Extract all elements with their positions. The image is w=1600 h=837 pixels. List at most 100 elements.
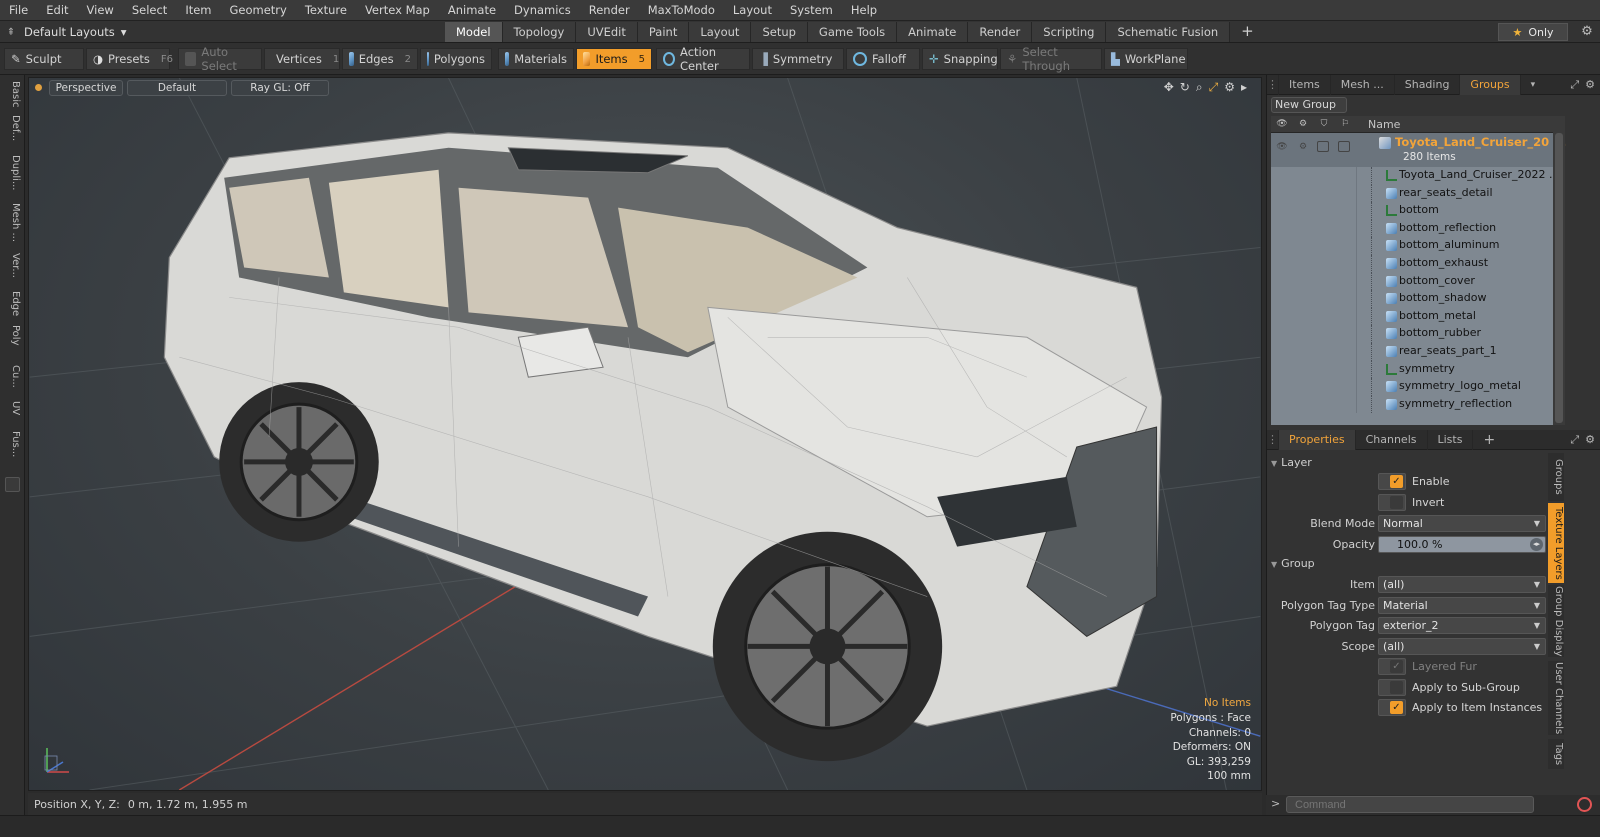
polygon-tag-type-dropdown[interactable]: Material ▼ [1378, 597, 1546, 614]
tab-topology[interactable]: Topology [502, 22, 577, 42]
left-tab-extra-icon[interactable] [5, 477, 20, 492]
group-select-icon[interactable] [1338, 141, 1350, 152]
viewport-expand-icon[interactable]: ▸ [1241, 80, 1247, 95]
menu-file[interactable]: File [0, 0, 37, 21]
menu-view[interactable]: View [78, 0, 123, 21]
list-item-flags[interactable] [1271, 255, 1357, 273]
select-through-button[interactable]: ⚘ Select Through [1000, 45, 1102, 73]
render-icon[interactable]: ⚙ [1296, 118, 1310, 131]
slider-knob-icon[interactable]: ◂▸ [1530, 538, 1543, 551]
tab-mesh[interactable]: Mesh ... [1331, 74, 1395, 95]
new-group-button[interactable]: New Group [1271, 97, 1347, 113]
falloff-button[interactable]: Falloff [846, 48, 920, 70]
left-tab-uv[interactable]: UV [3, 401, 21, 415]
group-visibility-icon[interactable]: 👁 [1275, 141, 1289, 154]
viewport-menu-icon[interactable] [35, 84, 42, 91]
workplane-button[interactable]: ▙ WorkPlane [1104, 48, 1188, 70]
vtab-group-display[interactable]: Group Display [1548, 585, 1564, 657]
tab-setup[interactable]: Setup [751, 22, 808, 42]
menu-system[interactable]: System [781, 0, 842, 21]
tab-layout[interactable]: Layout [689, 22, 752, 42]
opacity-slider[interactable]: 100.0 % ◂▸ [1378, 536, 1546, 553]
tab-game-tools[interactable]: Game Tools [807, 22, 898, 42]
fit-icon[interactable]: ⤢ [1209, 80, 1219, 95]
tab-model[interactable]: Model [445, 22, 503, 42]
properties-settings-icon[interactable]: ⚙ [1585, 433, 1595, 447]
list-item-flags[interactable] [1271, 325, 1357, 343]
list-item[interactable]: bottom_exhaust [1271, 255, 1553, 273]
apply-instances-checkbox[interactable]: ✓ [1378, 699, 1406, 716]
sculpt-button[interactable]: ✎ Sculpt [4, 48, 84, 70]
polygon-tag-dropdown[interactable]: exterior_2 ▼ [1378, 617, 1546, 634]
pan-icon[interactable]: ✥ [1164, 80, 1174, 95]
properties-grip-icon[interactable]: ⋮ [1267, 429, 1279, 450]
presets-button[interactable]: ◑ Presets F6 [86, 48, 173, 70]
tab-items[interactable]: Items [1279, 74, 1331, 95]
menu-select[interactable]: Select [123, 0, 176, 21]
gear-icon[interactable]: ⚙ [1578, 23, 1596, 41]
group-list[interactable]: Toyota_Land_Cruiser_2022 ... rear_seats_d… [1271, 133, 1553, 425]
shading-button[interactable]: Default [127, 80, 227, 96]
list-item[interactable]: bottom_aluminum [1271, 237, 1553, 255]
tab-render[interactable]: Render [968, 22, 1033, 42]
tab-scripting[interactable]: Scripting [1032, 22, 1107, 42]
select-icon[interactable]: ⚐ [1338, 118, 1352, 131]
menu-layout[interactable]: Layout [724, 0, 781, 21]
vtab-user-channels[interactable]: User Channels [1548, 661, 1564, 735]
group-render-icon[interactable]: ⚙ [1296, 141, 1310, 154]
vtab-tags[interactable]: Tags [1548, 739, 1564, 769]
left-tab-vertex[interactable]: Ver... [3, 253, 21, 278]
vtab-groups[interactable]: Groups [1548, 453, 1564, 501]
list-item-flags[interactable] [1271, 184, 1357, 203]
tab-shading[interactable]: Shading [1395, 74, 1461, 95]
left-tab-curve[interactable]: Cu... [3, 365, 21, 388]
menu-item[interactable]: Item [176, 0, 220, 21]
add-properties-tab-icon[interactable]: + [1473, 430, 1505, 450]
tab-paint[interactable]: Paint [637, 22, 690, 42]
list-item-flags[interactable] [1271, 343, 1357, 361]
menu-maxtomodo[interactable]: MaxToModo [639, 0, 724, 21]
list-item[interactable]: bottom_shadow [1271, 290, 1553, 308]
tab-schematic-fusion[interactable]: Schematic Fusion [1106, 22, 1231, 42]
polygons-button[interactable]: Polygons [420, 48, 492, 70]
panel-expand-icon[interactable]: ⤢ [1570, 78, 1579, 92]
invert-checkbox[interactable] [1378, 494, 1406, 511]
list-item[interactable]: bottom_rubber [1271, 325, 1553, 343]
view-type-button[interactable]: Perspective [49, 80, 123, 96]
list-item[interactable]: symmetry_logo_metal [1271, 378, 1553, 396]
list-item-flags[interactable] [1271, 167, 1357, 185]
list-item-flags[interactable] [1271, 378, 1357, 396]
list-item[interactable]: Toyota_Land_Cruiser_2022 ... [1271, 167, 1553, 185]
3d-viewport[interactable]: Perspective Default Ray GL: Off ✥ ↻ ⌕ ⤢ … [28, 77, 1262, 791]
layer-section[interactable]: ▼ Layer [1271, 456, 1545, 472]
list-item[interactable]: bottom [1271, 202, 1553, 220]
left-tab-poly[interactable]: Poly [3, 325, 21, 346]
scrollbar-thumb[interactable] [1555, 133, 1563, 423]
add-tab-icon[interactable]: + [1230, 22, 1265, 42]
list-item-flags[interactable] [1271, 272, 1357, 291]
tab-lists[interactable]: Lists [1428, 429, 1474, 450]
record-icon[interactable] [1577, 797, 1592, 812]
list-item-flags[interactable] [1271, 219, 1357, 238]
properties-expand-icon[interactable]: ⤢ [1570, 433, 1579, 447]
list-item-flags[interactable] [1271, 395, 1357, 414]
layered-fur-checkbox[interactable]: ✓ [1378, 658, 1406, 675]
list-item[interactable]: rear_seats_part_1 [1271, 343, 1553, 361]
action-center-button[interactable]: Action Center [656, 45, 750, 73]
vtab-texture-layers[interactable]: Texture Layers [1548, 503, 1564, 583]
panel-dropdown-icon[interactable]: ▾ [1521, 75, 1546, 95]
menu-render[interactable]: Render [580, 0, 639, 21]
menu-dynamics[interactable]: Dynamics [505, 0, 580, 21]
panel-grip-icon[interactable]: ⋮ [1267, 74, 1279, 95]
left-tab-edge[interactable]: Edge [3, 291, 21, 316]
group-section[interactable]: ▼ Group [1271, 557, 1545, 573]
visibility-icon[interactable]: 👁 [1275, 118, 1289, 131]
list-item[interactable]: symmetry [1271, 360, 1553, 379]
list-item[interactable]: bottom_reflection [1271, 219, 1553, 238]
apply-sub-group-checkbox[interactable] [1378, 679, 1406, 696]
menu-texture[interactable]: Texture [296, 0, 356, 21]
tab-properties[interactable]: Properties [1279, 429, 1356, 450]
left-tab-fusion[interactable]: Fus... [3, 431, 21, 457]
left-tab-basic[interactable]: Basic [3, 81, 21, 107]
item-dropdown[interactable]: (all) ▼ [1378, 576, 1546, 593]
